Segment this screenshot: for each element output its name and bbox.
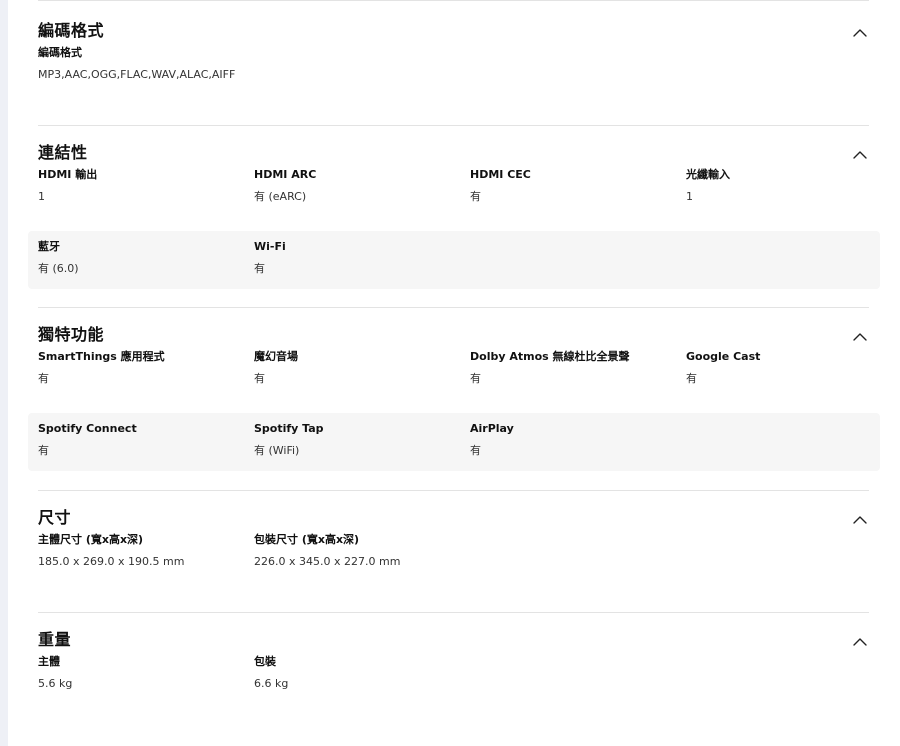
section-divider <box>38 307 869 308</box>
spec-row: SmartThings 應用程式有魔幻音場有 Dolby Atmos 無線杜比全景… <box>28 341 880 399</box>
spec-label: Wi-Fi <box>254 240 286 253</box>
spec-value: 226.0 x 345.0 x 227.0 mm <box>254 555 401 568</box>
spec-row: HDMI 輸出 1 HDMI ARC 有 (eARC) HDMI CEC 有 光纖輸入 1 <box>28 159 880 217</box>
spec-label: 包裝尺寸 (寬x高x深) <box>254 533 360 546</box>
spec-value: 1 <box>38 190 45 203</box>
spec-label: 魔幻音場 <box>254 350 298 363</box>
spec-label: 主體 <box>38 655 60 668</box>
spec-value: 有 (WiFi) <box>254 444 300 457</box>
spec-label: HDMI CEC <box>470 168 531 181</box>
spec-value: 6.6 kg <box>254 677 289 690</box>
spec-label: 光纖輸入 <box>686 168 730 181</box>
spec-row: 藍牙有 (6.0) Wi-Fi 有 <box>28 231 880 289</box>
spec-value: 有 <box>470 372 481 385</box>
spec-label: Google Cast <box>686 350 761 363</box>
spec-label: SmartThings 應用程式 <box>38 350 165 363</box>
spec-value: 有 <box>38 372 49 385</box>
spec-value: 有 <box>470 190 481 203</box>
spec-value: 有 (eARC) <box>254 190 307 203</box>
spec-label: Spotify Tap <box>254 422 324 435</box>
spec-label: 包裝 <box>254 655 276 668</box>
spec-value: 有 <box>470 444 481 457</box>
spec-label: HDMI ARC <box>254 168 317 181</box>
spec-row: 主體 5.6 kg 包裝 6.6 kg <box>28 646 880 704</box>
spec-value: 有 <box>38 444 49 457</box>
spec-value: 1 <box>686 190 693 203</box>
spec-value: 有 <box>686 372 697 385</box>
spec-label: 藍牙 <box>38 240 60 253</box>
spec-label: Spotify Connect <box>38 422 137 435</box>
section-divider <box>38 612 869 613</box>
spec-value: 有 <box>254 372 265 385</box>
section-divider <box>38 125 869 126</box>
left-rail <box>0 0 8 746</box>
spec-row: 主體尺寸 (寬x高x深) 185.0 x 269.0 x 190.5 mm 包裝尺寸… <box>28 524 880 582</box>
spec-value: 有 (6.0) <box>38 262 79 275</box>
spec-label: 編碼格式 <box>38 46 82 59</box>
spec-row: 編碼格式 MP3,AAC,OGG,FLAC,WAV,ALAC,AIFF <box>28 37 880 95</box>
spec-label: Dolby Atmos 無線杜比全景聲 <box>470 350 630 363</box>
spec-label: AirPlay <box>470 422 514 435</box>
spec-value: 185.0 x 269.0 x 190.5 mm <box>38 555 185 568</box>
spec-label: HDMI 輸出 <box>38 168 98 181</box>
spec-label: 主體尺寸 (寬x高x深) <box>38 533 144 546</box>
spec-value: 有 <box>254 262 265 275</box>
spec-value: 5.6 kg <box>38 677 73 690</box>
spec-value: MP3,AAC,OGG,FLAC,WAV,ALAC,AIFF <box>38 68 236 81</box>
section-divider <box>38 490 869 491</box>
top-divider <box>38 0 869 1</box>
spec-row: Spotify Connect 有 Spotify Tap 有 (WiFi) AirPl… <box>28 413 880 471</box>
